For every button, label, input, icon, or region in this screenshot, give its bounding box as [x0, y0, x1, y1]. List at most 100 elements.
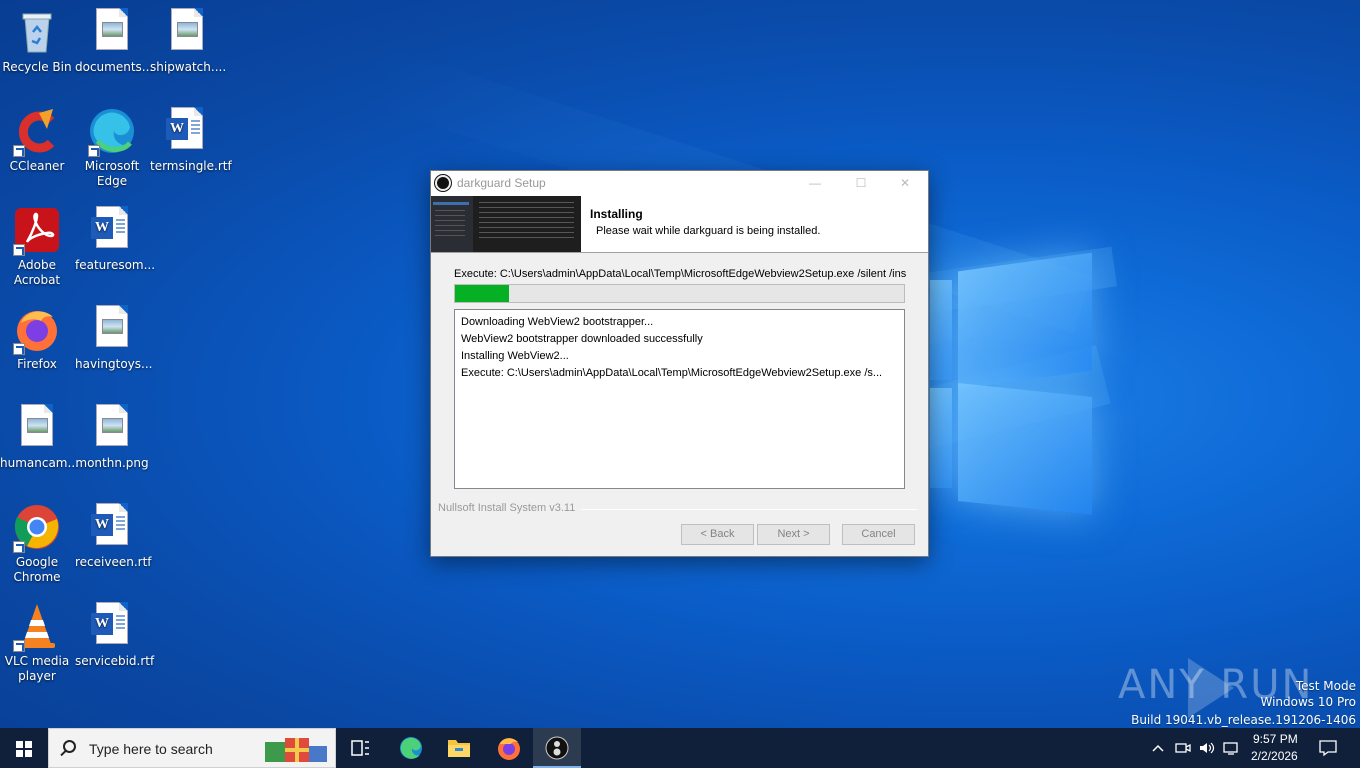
desktop-icon-label: CCleaner: [9, 159, 65, 173]
firefox-icon: [498, 738, 520, 760]
desktop-icon-label: havingtoys...: [75, 357, 153, 371]
desktop-icon-chrome[interactable]: Google Chrome: [0, 503, 74, 585]
image-file-icon: [13, 404, 61, 452]
shortcut-arrow-icon: [88, 145, 100, 157]
shortcut-arrow-icon: [13, 343, 25, 355]
desktop-icon-label: Firefox: [17, 357, 57, 371]
volume-icon[interactable]: [1198, 740, 1216, 756]
desktop-icon-label: Recycle Bin: [2, 60, 72, 74]
edge-icon: [88, 107, 136, 157]
desktop-icon-label: featuresom...: [75, 258, 156, 272]
shortcut-arrow-icon: [13, 640, 25, 652]
current-action-text: Execute: C:\Users\admin\AppData\Local\Te…: [454, 268, 906, 280]
desktop-icon-shipwatch[interactable]: shipwatch....: [150, 8, 227, 75]
branding-divider: [581, 509, 917, 510]
notification-center-icon[interactable]: [1318, 739, 1338, 757]
windows-logo-pane: [958, 252, 1092, 390]
taskbar-edge-button[interactable]: [387, 728, 435, 768]
nsis-branding: Nullsoft Install System v3.11: [438, 502, 582, 514]
windows-logo-pane: [930, 280, 952, 380]
shortcut-arrow-icon: [13, 541, 25, 553]
install-progress-bar: [454, 284, 905, 303]
close-button[interactable]: ✕: [882, 171, 928, 195]
test-mode-label: Test Mode: [1295, 679, 1356, 693]
title-bar[interactable]: darkguard Setup — ☐ ✕: [431, 171, 928, 195]
taskbar-file-explorer-button[interactable]: [435, 728, 483, 768]
page-subtitle: Please wait while darkguard is being ins…: [596, 225, 821, 237]
desktop-icon-label: termsingle.rtf: [150, 159, 232, 173]
taskbar-firefox-button[interactable]: [485, 728, 533, 768]
header-banner-image: [431, 196, 581, 252]
log-line: Downloading WebView2 bootstrapper...: [461, 316, 654, 328]
image-file-icon: [88, 8, 136, 56]
recycle-bin-icon: [13, 8, 61, 56]
desktop-icon-humancam[interactable]: humancam...: [0, 404, 79, 471]
image-file-icon: [88, 305, 136, 353]
window-title: darkguard Setup: [457, 176, 546, 190]
page-title: Installing: [590, 207, 643, 221]
acrobat-icon: [13, 206, 61, 256]
clock-date[interactable]: 2/2/2026: [1251, 749, 1298, 763]
search-placeholder: Type here to search: [89, 741, 213, 757]
desktop-icon-label: humancam...: [0, 456, 79, 470]
desktop-icon-termsingle[interactable]: W termsingle.rtf: [150, 107, 232, 174]
desktop-icon-receiveen[interactable]: W receiveen.rtf: [75, 503, 152, 570]
taskbar: Type here to search 9:57 PM 2/2/2026: [0, 728, 1360, 768]
desktop-icon-documents[interactable]: documents...: [75, 8, 154, 75]
desktop-icon-vlc[interactable]: VLC media player: [0, 602, 74, 684]
meet-now-icon[interactable]: [1174, 740, 1192, 756]
desktop-icon-recycle-bin[interactable]: Recycle Bin: [0, 8, 74, 75]
ccleaner-icon: [13, 107, 61, 157]
clock-time[interactable]: 9:57 PM: [1253, 732, 1298, 746]
folder-icon: [448, 740, 470, 757]
desktop-icon-firefox[interactable]: Firefox: [0, 305, 74, 372]
taskbar-search-box[interactable]: Type here to search: [48, 728, 336, 768]
log-line: WebView2 bootstrapper downloaded success…: [461, 333, 703, 345]
search-highlights-gift-icon: [263, 734, 331, 764]
installer-window: darkguard Setup — ☐ ✕ Installing Please …: [430, 170, 929, 557]
chevron-up-icon[interactable]: [1150, 740, 1166, 756]
log-line: Installing WebView2...: [461, 350, 569, 362]
desktop-icon-edge[interactable]: Microsoft Edge: [75, 107, 149, 189]
desktop-icon-servicebid[interactable]: W servicebid.rtf: [75, 602, 155, 669]
desktop-icon-label: shipwatch....: [150, 60, 227, 74]
cancel-button[interactable]: Cancel: [842, 524, 915, 545]
desktop-icon-featuresom[interactable]: W featuresom...: [75, 206, 156, 273]
windows-logo-pane: [958, 382, 1092, 516]
progress-fill: [455, 285, 509, 302]
task-view-icon: [351, 740, 369, 756]
edge-icon: [400, 737, 422, 759]
install-log[interactable]: Downloading WebView2 bootstrapper... Web…: [454, 309, 905, 489]
log-line: Execute: C:\Users\admin\AppData\Local\Te…: [461, 367, 883, 379]
desktop-icon-label: documents...: [75, 60, 154, 74]
word-document-icon: W: [163, 107, 211, 155]
word-document-icon: W: [88, 602, 136, 650]
next-button[interactable]: Next >: [757, 524, 830, 545]
vlc-cone-icon: [13, 602, 61, 652]
desktop-icon-label: servicebid.rtf: [75, 654, 155, 668]
desktop-icon-acrobat[interactable]: Adobe Acrobat: [0, 206, 74, 288]
desktop-icon-label: receiveen.rtf: [75, 555, 152, 569]
desktop-icon-label: Google Chrome: [13, 555, 61, 584]
task-view-button[interactable]: [336, 728, 384, 768]
taskbar-darkguard-button[interactable]: [533, 728, 581, 768]
shortcut-arrow-icon: [13, 244, 25, 256]
windows-logo-pane: [930, 388, 952, 488]
desktop-icon-ccleaner[interactable]: CCleaner: [0, 107, 74, 174]
windows-edition-label: Windows 10 Pro: [1260, 695, 1356, 709]
back-button[interactable]: < Back: [681, 524, 754, 545]
build-label: Build 19041.vb_release.191206-1406: [1131, 713, 1356, 727]
darkguard-app-icon: [435, 175, 451, 191]
minimize-button[interactable]: —: [792, 171, 838, 195]
chrome-icon: [13, 503, 61, 553]
search-icon: [63, 740, 76, 753]
desktop-icon-label: VLC media player: [4, 654, 70, 683]
desktop-icon-monthn[interactable]: monthn.png: [75, 404, 149, 471]
desktop-icon-havingtoys[interactable]: havingtoys...: [75, 305, 153, 372]
network-icon[interactable]: [1222, 740, 1240, 756]
image-file-icon: [88, 404, 136, 452]
desktop-icon-label: Microsoft Edge: [84, 159, 140, 188]
maximize-button[interactable]: ☐: [838, 171, 884, 195]
firefox-icon: [13, 305, 61, 355]
start-button[interactable]: [0, 728, 48, 768]
